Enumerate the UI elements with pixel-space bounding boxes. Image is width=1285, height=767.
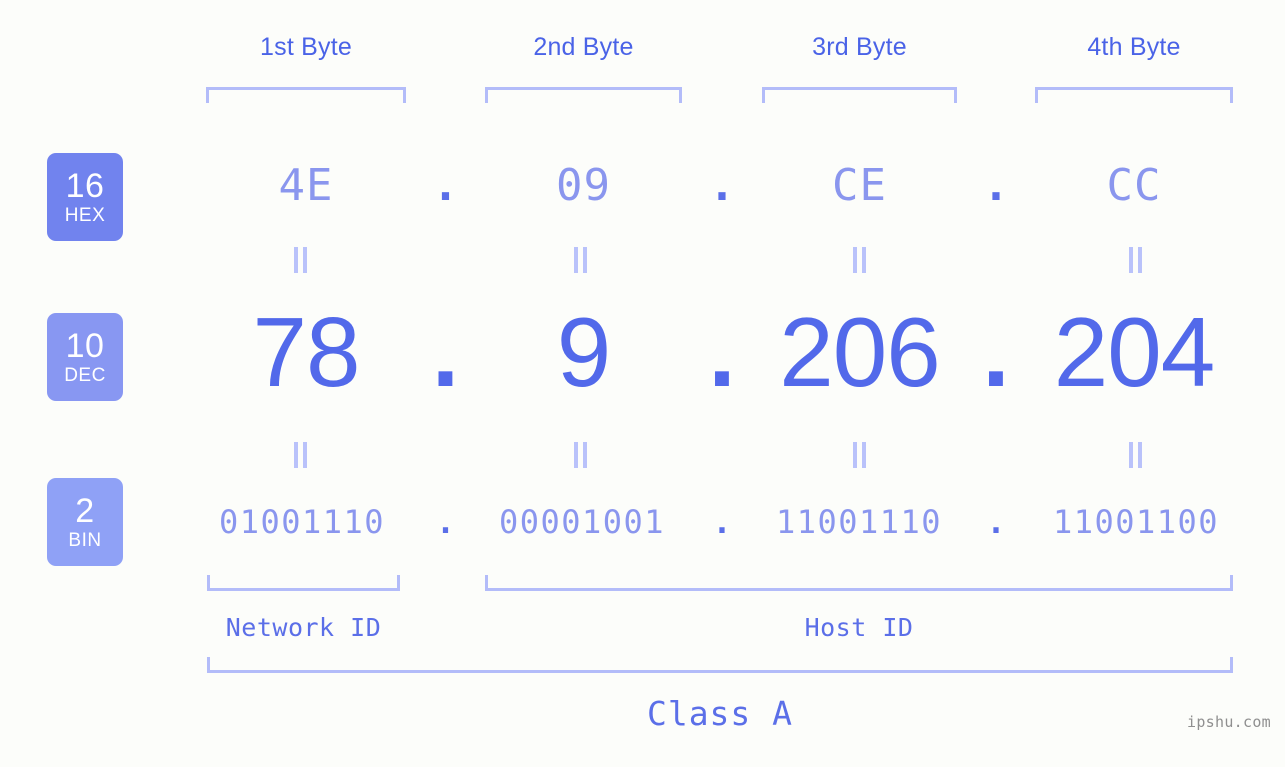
equals-mark-hex-dec-1 [292, 247, 310, 273]
base-badge-hex: 16 HEX [47, 153, 123, 241]
bin-byte-2: 00001001 [498, 503, 666, 541]
byte-bracket-4 [1035, 87, 1233, 103]
byte-header-3: 3rd Byte [812, 33, 907, 61]
host-id-label: Host ID [804, 613, 914, 642]
hex-separator-2: . [708, 160, 736, 211]
dec-separator-1: . [431, 297, 460, 407]
hex-byte-2: 09 [556, 160, 611, 211]
base-badge-bin: 2 BIN [47, 478, 123, 566]
byte-bracket-3 [762, 87, 957, 103]
bin-byte-3: 11001110 [775, 503, 943, 541]
hex-separator-1: . [432, 160, 459, 211]
hex-byte-4: CC [1106, 160, 1162, 211]
dec-byte-2: 9 [556, 297, 612, 407]
class-label: Class A [646, 694, 794, 733]
bin-byte-1: 01001110 [218, 503, 386, 541]
dec-byte-1: 78 [252, 297, 360, 407]
host-id-bracket [485, 575, 1233, 591]
equals-mark-dec-bin-1 [292, 442, 310, 468]
equals-mark-dec-bin-4 [1127, 442, 1145, 468]
base-badge-hex-number: 16 [65, 167, 105, 205]
base-badge-bin-number: 2 [75, 492, 95, 530]
equals-mark-hex-dec-2 [572, 247, 590, 273]
bin-separator-2: . [712, 503, 732, 541]
bin-separator-3: . [986, 503, 1006, 541]
hex-byte-3: CE [832, 160, 887, 211]
base-badge-dec-name: DEC [64, 365, 106, 386]
dec-separator-2: . [708, 297, 736, 407]
equals-mark-dec-bin-2 [572, 442, 590, 468]
base-badge-bin-name: BIN [68, 530, 102, 551]
class-bracket [207, 657, 1233, 673]
dec-byte-4: 204 [1053, 297, 1216, 407]
equals-mark-hex-dec-3 [851, 247, 869, 273]
ip-address-breakdown-diagram: 1st Byte 2nd Byte 3rd Byte 4th Byte 16 H… [0, 0, 1285, 767]
byte-header-2: 2nd Byte [533, 33, 634, 61]
network-id-label: Network ID [225, 613, 382, 642]
dec-separator-3: . [982, 297, 1010, 407]
equals-mark-hex-dec-4 [1127, 247, 1145, 273]
hex-separator-3: . [982, 160, 1010, 211]
base-badge-dec: 10 DEC [47, 313, 123, 401]
bin-byte-4: 11001100 [1052, 503, 1220, 541]
byte-header-1: 1st Byte [260, 33, 352, 61]
byte-bracket-1 [206, 87, 406, 103]
watermark: ipshu.com [1187, 713, 1271, 731]
dec-byte-3: 206 [779, 297, 941, 407]
base-badge-dec-number: 10 [65, 327, 105, 365]
base-badge-hex-name: HEX [64, 205, 106, 226]
equals-mark-dec-bin-3 [851, 442, 869, 468]
byte-header-4: 4th Byte [1087, 33, 1181, 61]
bin-separator-1: . [435, 503, 456, 541]
hex-byte-1: 4E [278, 160, 334, 211]
network-id-bracket [207, 575, 400, 591]
byte-bracket-2 [485, 87, 682, 103]
